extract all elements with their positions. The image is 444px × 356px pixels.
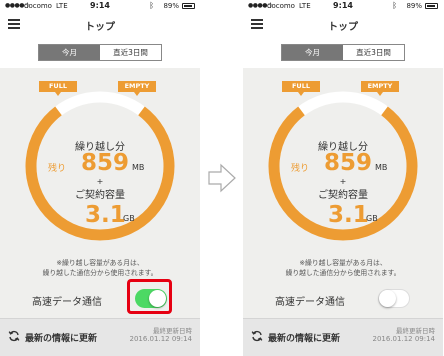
highlight-box [127, 279, 172, 314]
status-bar: ●●●●○ docomo LTE 9:14 ᛒ 89% [0, 0, 200, 12]
contract-value: 3.1 [85, 202, 126, 228]
tab-last-3-days[interactable]: 直近3日間 [343, 45, 404, 60]
full-label: FULL [39, 81, 77, 96]
phone-screen-before: ●●●●○ docomo LTE 9:14 ᛒ 89% トップ 今月 直近3日間… [0, 0, 200, 356]
refresh-bar[interactable]: 最新の情報に更新 最終更新日時 2016.01.12 09:14 [0, 318, 200, 356]
contract-unit: GB [123, 214, 135, 223]
contract-label: ご契約容量 [318, 190, 368, 201]
last-updated-label: 最終更新日時 [396, 327, 435, 335]
navigation-bar: トップ [0, 12, 200, 38]
contract-label: ご契約容量 [75, 190, 125, 201]
note-line-2: 繰り越した通信分から使用されます。 [42, 269, 158, 277]
page-title: トップ [85, 22, 115, 33]
high-speed-label: 高速データ通信 [275, 297, 345, 308]
last-updated-value: 2016.01.12 09:14 [372, 335, 435, 343]
tab-last-3-days[interactable]: 直近3日間 [100, 45, 161, 60]
period-tabs: 今月 直近3日間 [38, 44, 162, 61]
remaining-value: 859 [81, 150, 130, 176]
last-updated-value: 2016.01.12 09:14 [129, 335, 192, 343]
high-speed-label: 高速データ通信 [32, 297, 102, 308]
navigation-bar: トップ [243, 12, 443, 38]
plus-sign: + [339, 177, 347, 186]
bluetooth-icon: ᛒ [149, 1, 154, 10]
empty-label: EMPTY [118, 81, 156, 96]
page-title: トップ [328, 22, 358, 33]
remaining-prefix: 残り [48, 164, 67, 174]
bluetooth-icon: ᛒ [392, 1, 397, 10]
battery-icon [182, 3, 195, 9]
remaining-unit: MB [132, 163, 145, 172]
remaining-value: 859 [324, 150, 373, 176]
battery-icon [425, 3, 438, 9]
arrow-right-icon [208, 163, 236, 193]
note-line-1: ※繰り越し容量がある月は、 [56, 259, 144, 267]
tab-this-month[interactable]: 今月 [39, 45, 100, 60]
refresh-icon [251, 330, 263, 342]
last-updated-label: 最終更新日時 [153, 327, 192, 335]
phone-screen-after: ●●●●○ docomo LTE 9:14 ᛒ 89% トップ 今月 直近3日間… [243, 0, 443, 356]
toggle-knob [379, 290, 396, 307]
refresh-icon [8, 330, 20, 342]
note-line-1: ※繰り越し容量がある月は、 [299, 259, 387, 267]
carryover-note: ※繰り越し容量がある月は、 繰り越した通信分から使用されます。 [0, 258, 200, 278]
status-bar: ●●●●○ docomo LTE 9:14 ᛒ 89% [243, 0, 443, 12]
carryover-note: ※繰り越し容量がある月は、 繰り越した通信分から使用されます。 [243, 258, 443, 278]
period-tabs: 今月 直近3日間 [281, 44, 405, 61]
refresh-bar[interactable]: 最新の情報に更新 最終更新日時 2016.01.12 09:14 [243, 318, 443, 356]
refresh-label: 最新の情報に更新 [25, 334, 98, 344]
note-line-2: 繰り越した通信分から使用されます。 [285, 269, 401, 277]
tab-this-month[interactable]: 今月 [282, 45, 343, 60]
remaining-unit: MB [375, 163, 388, 172]
empty-label: EMPTY [361, 81, 399, 96]
high-speed-toggle-off[interactable] [378, 289, 410, 308]
refresh-label: 最新の情報に更新 [268, 334, 341, 344]
full-label: FULL [282, 81, 320, 96]
battery-percent: 89% [406, 2, 422, 10]
remaining-prefix: 残り [291, 164, 310, 174]
battery-percent: 89% [163, 2, 179, 10]
plus-sign: + [96, 177, 104, 186]
data-usage-panel: FULL EMPTY 繰り越し分 残り 859 MB + ご契約容量 3.1 G… [243, 68, 443, 318]
contract-unit: GB [366, 214, 378, 223]
contract-value: 3.1 [328, 202, 369, 228]
